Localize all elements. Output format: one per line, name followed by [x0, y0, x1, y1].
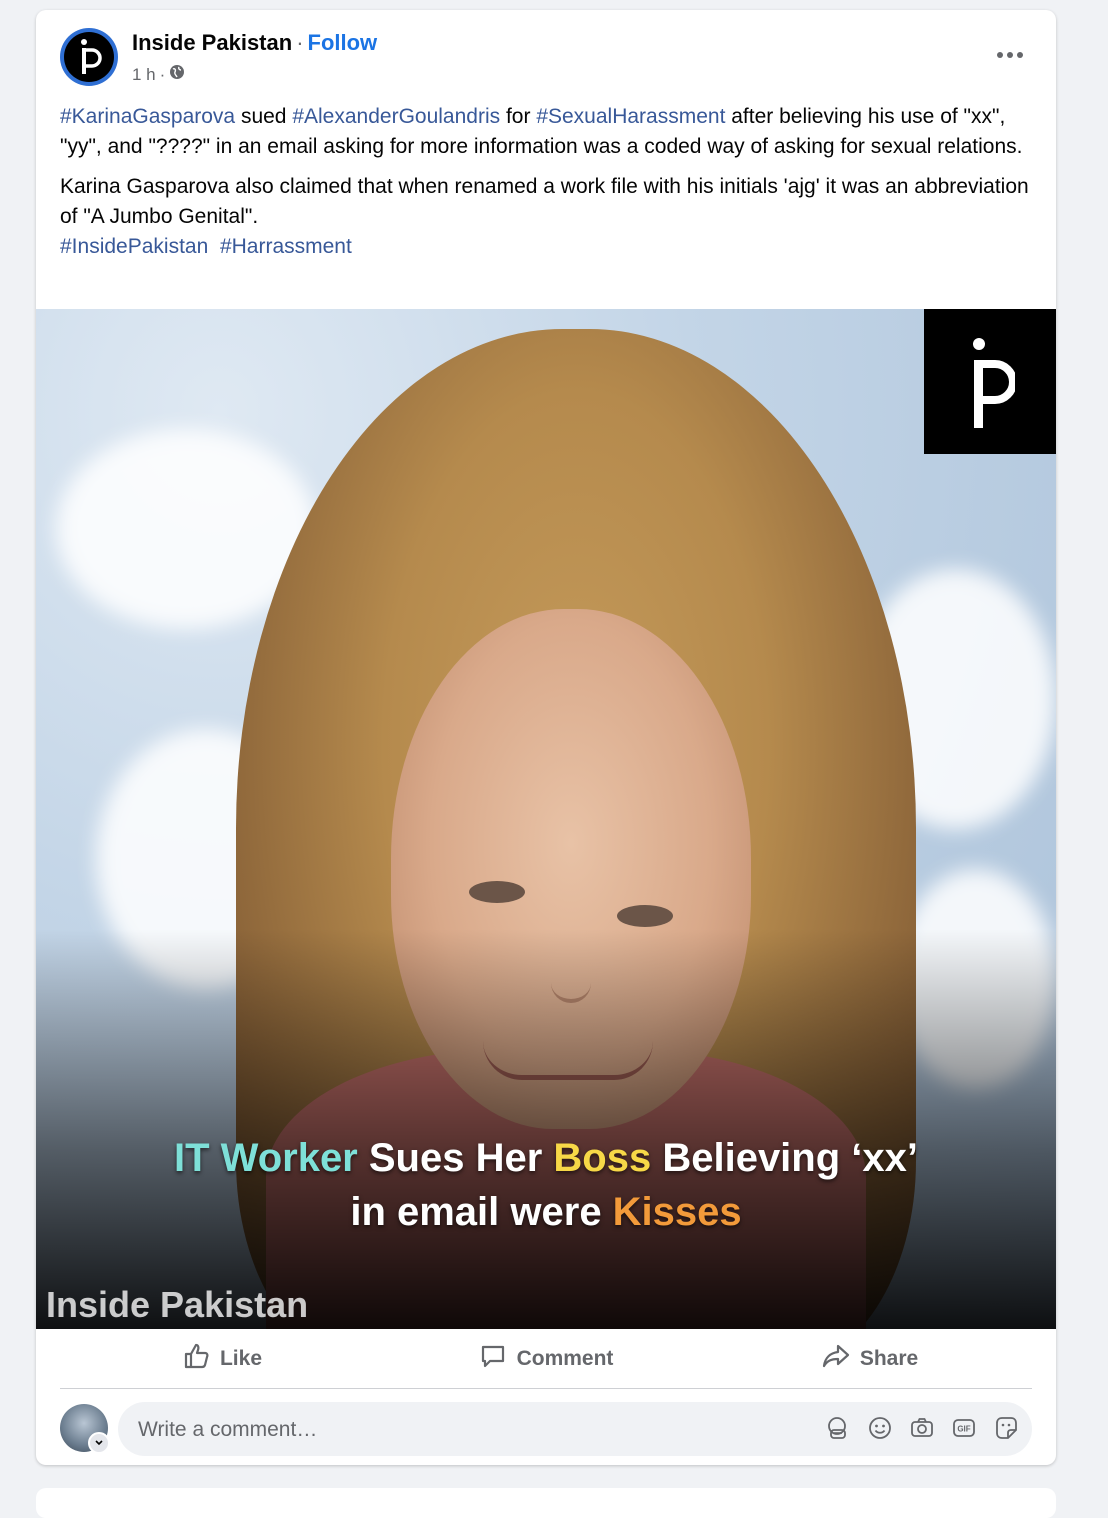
image-gradient — [36, 929, 1056, 1329]
caption-line-1: IT Worker Sues Her Boss Believing ‘xx’ — [36, 1131, 1056, 1185]
share-label: Share — [859, 1347, 919, 1370]
name-separator: · — [296, 30, 304, 55]
gif-icon[interactable]: GIF — [950, 1414, 978, 1442]
ip-logo-icon — [924, 309, 1056, 454]
chevron-down-icon[interactable] — [88, 1432, 110, 1454]
user-avatar[interactable] — [60, 1404, 110, 1454]
avatar-sticker-icon[interactable] — [824, 1414, 852, 1442]
page-name-line: Inside Pakistan · Follow — [132, 30, 377, 56]
follow-button[interactable]: Follow — [308, 30, 378, 55]
text-fragment: sued — [235, 105, 293, 128]
page-logo-icon — [64, 32, 114, 82]
caption-text: IT Worker — [174, 1136, 358, 1180]
comment-box[interactable]: GIF — [118, 1402, 1032, 1458]
camera-icon[interactable] — [908, 1414, 936, 1442]
page-avatar[interactable] — [60, 28, 118, 86]
post-header: Inside Pakistan · Follow 1 h · — [36, 10, 1056, 100]
sticker-icon[interactable] — [992, 1414, 1020, 1442]
caption-text: Sues Her — [357, 1136, 554, 1180]
hashtag-link[interactable]: #AlexanderGoulandris — [292, 105, 500, 128]
comment-composer: GIF — [60, 1402, 1032, 1458]
more-options-icon[interactable] — [990, 40, 1030, 70]
caption-text: Boss — [553, 1136, 652, 1180]
hashtag-link[interactable]: #KarinaGasparova — [60, 105, 235, 128]
meta-dot: · — [159, 64, 166, 84]
share-icon — [822, 1342, 850, 1376]
image-caption: IT Worker Sues Her Boss Believing ‘xx’ i… — [36, 1131, 1056, 1239]
comment-tools: GIF — [824, 1414, 1020, 1442]
like-icon — [182, 1342, 210, 1376]
post-time[interactable]: 1 h — [132, 65, 156, 85]
post-meta: 1 h · — [132, 64, 185, 85]
comment-label: Comment — [516, 1347, 614, 1370]
share-button[interactable]: Share — [708, 1330, 1032, 1388]
post-actions: Like Comment Share — [60, 1330, 1032, 1389]
hashtag-link[interactable]: #Harrassment — [220, 235, 352, 258]
comment-input[interactable] — [136, 1402, 780, 1458]
hashtag-link[interactable]: #InsidePakistan — [60, 235, 208, 258]
emoji-icon[interactable] — [866, 1414, 894, 1442]
caption-line-2: in email were Kisses — [36, 1185, 1056, 1239]
caption-text: Believing ‘xx’ — [651, 1136, 918, 1180]
text-fragment: Karina Gasparova also claimed that when … — [60, 175, 1029, 228]
like-button[interactable]: Like — [60, 1330, 384, 1388]
post-text: #KarinaGasparova sued #AlexanderGoulandr… — [60, 102, 1040, 262]
comment-icon — [479, 1342, 507, 1376]
post-card: Inside Pakistan · Follow 1 h · #KarinaGasp… — [36, 10, 1056, 1465]
post-paragraph-1: #KarinaGasparova sued #AlexanderGoulandr… — [60, 102, 1040, 162]
comment-button[interactable]: Comment — [384, 1330, 708, 1388]
post-paragraph-2: Karina Gasparova also claimed that when … — [60, 172, 1040, 262]
text-fragment: for — [500, 105, 537, 128]
like-label: Like — [219, 1347, 263, 1370]
next-post-card — [36, 1488, 1056, 1518]
caption-text: Kisses — [612, 1190, 742, 1234]
svg-text:GIF: GIF — [957, 1425, 970, 1434]
image-watermark: Inside Pakistan — [46, 1284, 309, 1325]
post-image[interactable]: IT Worker Sues Her Boss Believing ‘xx’ i… — [36, 309, 1056, 1329]
caption-text: in email were — [350, 1190, 613, 1234]
hashtag-link[interactable]: #SexualHarassment — [536, 105, 725, 128]
page-name[interactable]: Inside Pakistan — [132, 30, 292, 55]
globe-icon — [169, 64, 185, 85]
